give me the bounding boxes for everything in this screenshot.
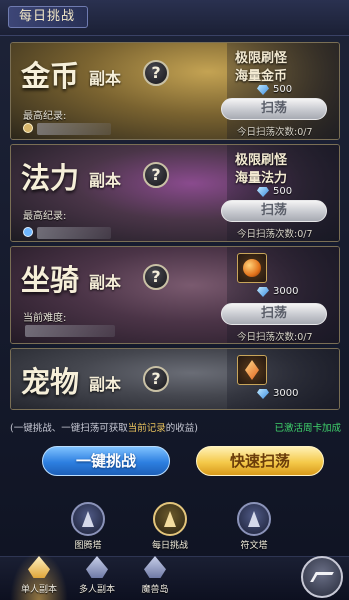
- orange-orb-icon: [243, 259, 261, 277]
- sweep-count: 今日扫荡次数:0/7: [237, 127, 313, 138]
- tab-beast-island[interactable]: 魔兽岛: [126, 552, 184, 600]
- dungeon-name: 法力: [21, 161, 80, 195]
- record-value: [37, 123, 111, 135]
- help-icon[interactable]: ?: [143, 264, 169, 290]
- record-label: 最高纪录:: [23, 111, 67, 122]
- sweep-cost: 500: [273, 186, 293, 197]
- sweep-cost: 500: [273, 84, 293, 95]
- tab-solo-dungeon[interactable]: 单人副本: [10, 552, 68, 600]
- mode-totem-tower[interactable]: 图腾塔: [68, 502, 108, 551]
- dungeon-suffix: 副本: [89, 375, 122, 394]
- help-icon[interactable]: ?: [143, 366, 169, 392]
- back-button[interactable]: [301, 556, 343, 598]
- sweep-cost: 3000: [273, 388, 299, 399]
- one-click-challenge-button[interactable]: 一键挑战: [42, 446, 170, 476]
- difficulty-value: [25, 325, 115, 337]
- reward-item-slot[interactable]: [237, 253, 267, 283]
- info-highlight: 当前记录: [127, 423, 166, 434]
- mode-label: 图腾塔: [74, 541, 102, 551]
- quick-sweep-button[interactable]: 快速扫荡: [196, 446, 324, 476]
- dungeon-suffix: 副本: [89, 171, 122, 190]
- daily-challenge-icon: [153, 502, 187, 536]
- back-arrow-icon: [310, 572, 334, 582]
- dungeon-card-gold[interactable]: 金币 副本 ? 最高纪录: 极限刷怪 海量金币 500 扫荡 今日扫荡次数:0/…: [10, 42, 340, 140]
- sweep-count: 今日扫荡次数:0/7: [237, 332, 313, 343]
- record-mana-icon: [23, 227, 33, 237]
- rune-tower-icon: [237, 502, 271, 536]
- tab-team-dungeon[interactable]: 多人副本: [68, 552, 126, 600]
- dungeon-card-pet[interactable]: 宠物 副本 ? 3000: [10, 348, 340, 410]
- solo-dungeon-icon: [24, 554, 54, 582]
- tab-label: 多人副本: [78, 585, 115, 595]
- mode-label: 每日挑战: [151, 541, 188, 551]
- help-icon[interactable]: ?: [143, 162, 169, 188]
- tab-label: 魔兽岛: [141, 585, 169, 595]
- record-coin-icon: [23, 123, 33, 133]
- header-bar: 每日挑战: [0, 0, 349, 36]
- dungeon-name: 金币: [21, 59, 80, 93]
- info-text-after: 的收益): [165, 423, 198, 434]
- page-title: 每日挑战: [8, 6, 89, 28]
- sweep-cost: 3000: [273, 286, 299, 297]
- mode-daily-challenge[interactable]: 每日挑战: [150, 502, 190, 551]
- beast-island-icon: [140, 554, 170, 582]
- dungeon-card-mana[interactable]: 法力 副本 ? 最高纪录: 极限刷怪 海量法力 500 扫荡 今日扫荡次数:0/…: [10, 144, 340, 242]
- dungeon-suffix: 副本: [89, 69, 122, 88]
- dungeon-card-mount[interactable]: 坐骑 副本 ? 当前难度: 3000 扫荡 今日扫荡次数:0/7: [10, 246, 340, 344]
- totem-tower-icon: [71, 502, 105, 536]
- reward-line-1: 极限刷怪: [235, 51, 288, 66]
- info-text-before: (一键挑战、一键扫荡可获取: [10, 423, 128, 434]
- sweep-button[interactable]: 扫荡: [221, 200, 327, 222]
- mode-rune-tower[interactable]: 符文塔: [234, 502, 274, 551]
- orange-shard-icon: [245, 360, 259, 380]
- mode-label: 符文塔: [240, 541, 268, 551]
- dungeon-name: 宠物: [21, 365, 80, 399]
- team-dungeon-icon: [82, 554, 112, 582]
- sweep-button[interactable]: 扫荡: [221, 303, 327, 325]
- dungeon-suffix: 副本: [89, 273, 122, 292]
- help-icon[interactable]: ?: [143, 60, 169, 86]
- dungeon-name: 坐骑: [21, 263, 80, 297]
- sweep-button[interactable]: 扫荡: [221, 98, 327, 120]
- reward-line-1: 极限刷怪: [235, 153, 288, 168]
- reward-item-slot[interactable]: [237, 355, 267, 385]
- record-label: 最高纪录:: [23, 211, 67, 222]
- weekly-card-status: 已激活周卡加成: [274, 423, 341, 434]
- tab-label: 单人副本: [20, 585, 57, 595]
- record-value: [37, 227, 111, 239]
- reward-line-2: 海量金币: [235, 69, 288, 84]
- difficulty-label: 当前难度:: [23, 313, 67, 324]
- reward-line-2: 海量法力: [235, 171, 288, 186]
- sweep-count: 今日扫荡次数:0/7: [237, 229, 313, 240]
- info-text: (一键挑战、一键扫荡可获取当前记录的收益): [10, 420, 198, 434]
